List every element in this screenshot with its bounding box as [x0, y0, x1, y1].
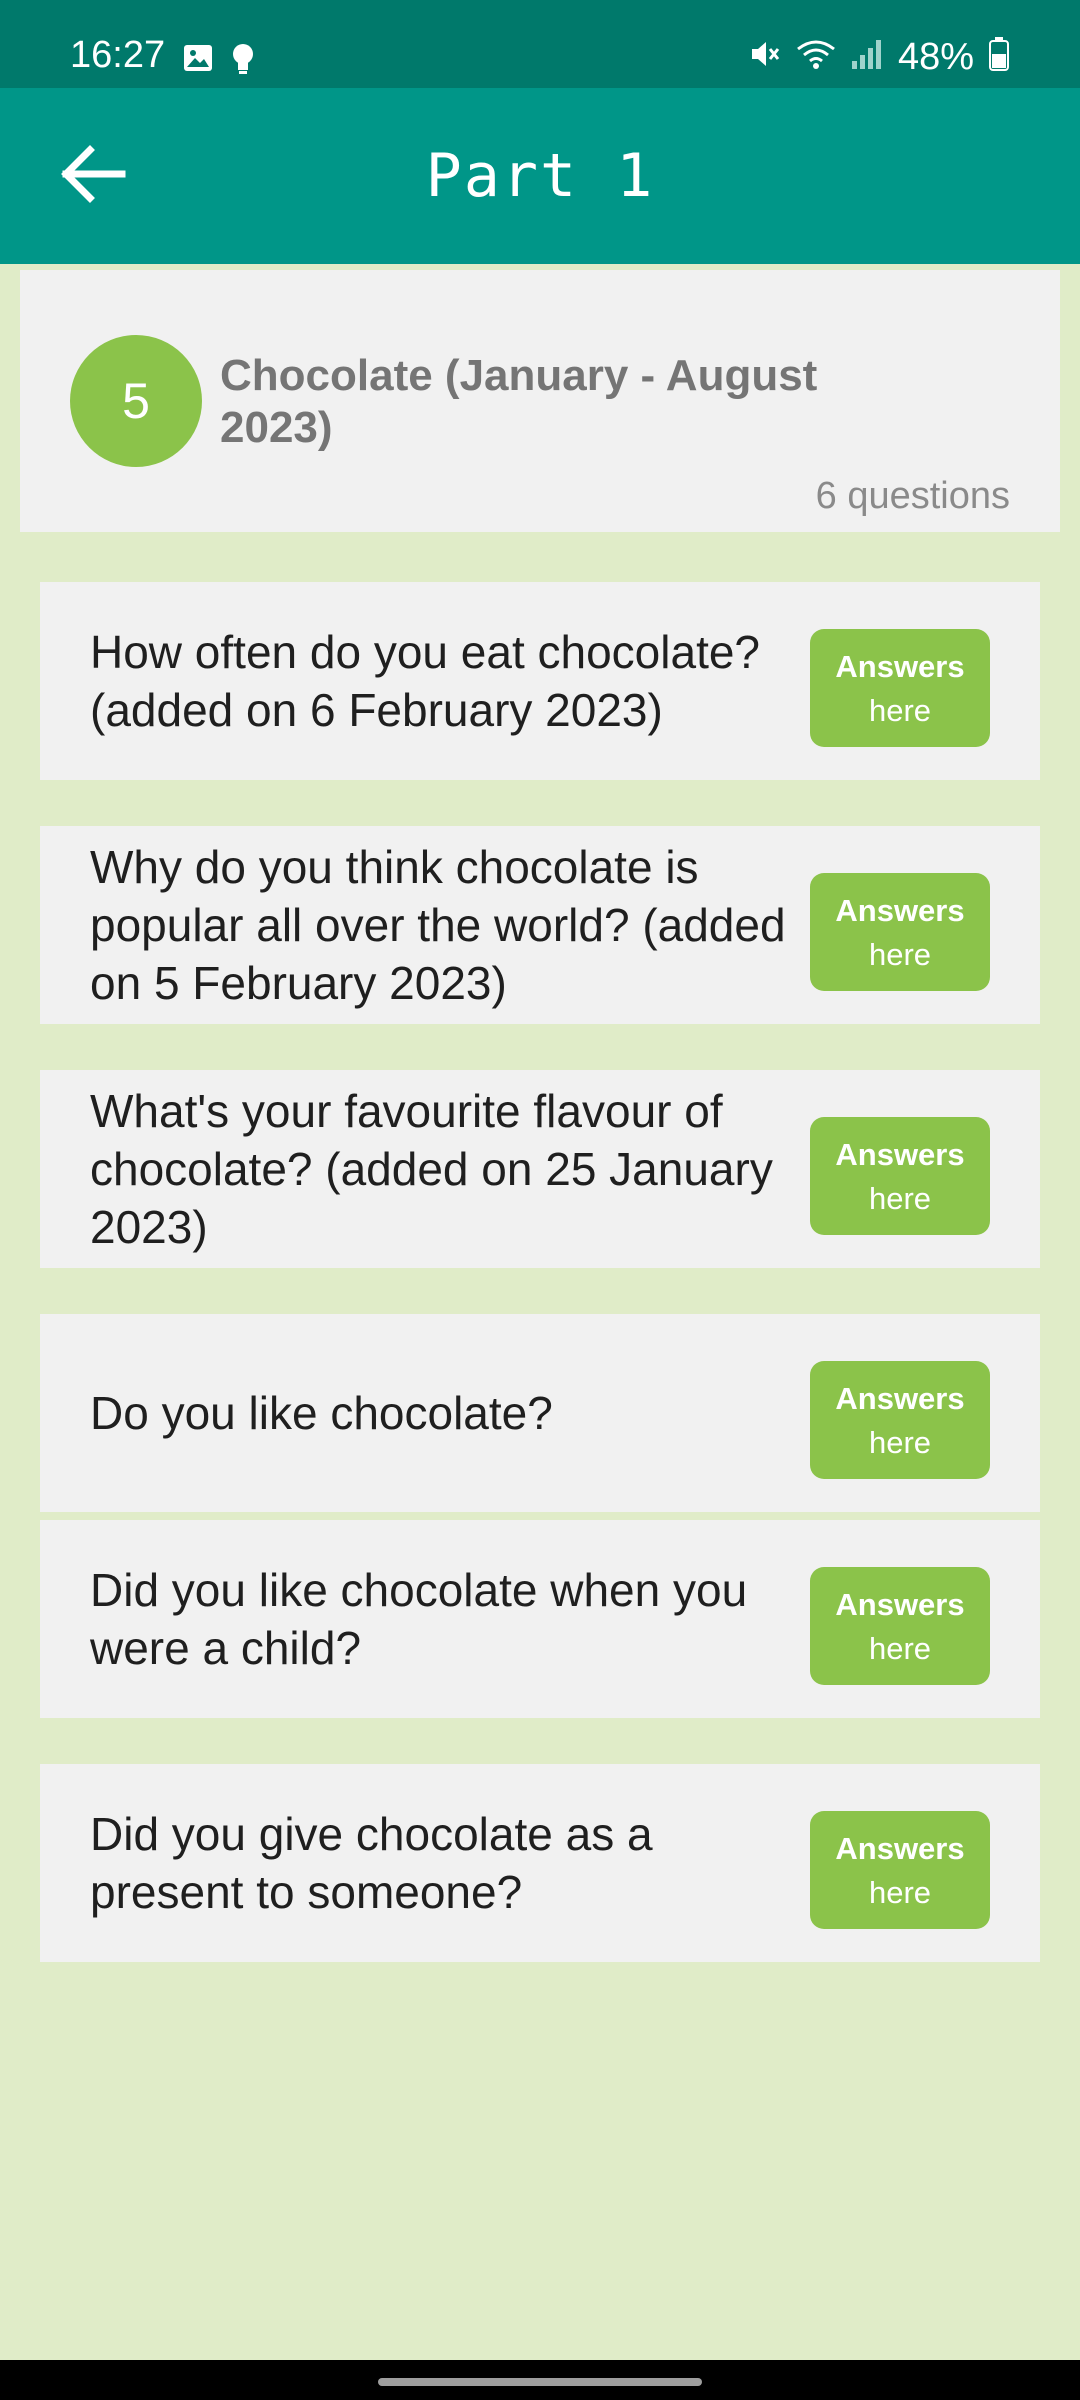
bulb-icon	[230, 42, 256, 81]
question-text: How often do you eat chocolate? (added o…	[90, 626, 761, 736]
answers-button[interactable]: Answers here	[810, 629, 990, 747]
page-title: Part 1	[425, 141, 655, 211]
battery-icon	[988, 36, 1010, 77]
navigation-bar	[0, 2360, 1080, 2400]
answers-button-label: Answers	[835, 1587, 965, 1622]
question-text: Did you like chocolate when you were a c…	[90, 1564, 748, 1674]
arrow-left-icon	[58, 144, 126, 209]
question-card: Why do you think chocolate is popular al…	[40, 826, 1040, 1024]
back-button[interactable]	[44, 128, 140, 224]
signal-icon	[850, 37, 884, 76]
question-card: Did you like chocolate when you were a c…	[40, 1520, 1040, 1718]
answers-button-label: Answers	[835, 893, 965, 928]
mute-icon	[748, 37, 782, 76]
question-card: What's your favourite flavour of chocola…	[40, 1070, 1040, 1268]
answers-button-sublabel: here	[868, 1631, 932, 1666]
question-text: Why do you think chocolate is popular al…	[90, 841, 786, 1009]
image-icon	[182, 42, 214, 81]
answers-button-sublabel: here	[868, 937, 932, 972]
app-bar: Part 1	[0, 88, 1080, 264]
question-card: Do you like chocolate? Answers here	[40, 1314, 1040, 1512]
status-system-icons: 48%	[748, 36, 1010, 77]
question-card: Did you give chocolate as a present to s…	[40, 1764, 1040, 1962]
answers-button-label: Answers	[835, 1831, 965, 1866]
question-count: 6 questions	[815, 475, 1010, 517]
home-indicator[interactable]	[378, 2378, 702, 2386]
answers-button[interactable]: Answers here	[810, 1361, 990, 1479]
topic-header-card: 5 Chocolate (January - August 2023) 6 qu…	[20, 270, 1060, 532]
status-bar: 16:27 48%	[0, 0, 1080, 88]
answers-button[interactable]: Answers here	[810, 1811, 990, 1929]
wifi-icon	[796, 37, 836, 76]
answers-button-label: Answers	[835, 1137, 965, 1172]
status-notification-icons	[182, 42, 256, 81]
question-text: Do you like chocolate?	[90, 1387, 553, 1439]
answers-button-label: Answers	[835, 649, 965, 684]
answers-button-label: Answers	[835, 1381, 965, 1416]
topic-title: Chocolate (January - August 2023)	[220, 351, 818, 452]
answers-button-sublabel: here	[868, 693, 932, 728]
answers-button-sublabel: here	[868, 1181, 932, 1216]
answers-button[interactable]: Answers here	[810, 873, 990, 991]
topic-number-badge: 5	[70, 335, 202, 467]
answers-button-sublabel: here	[868, 1425, 932, 1460]
question-text: What's your favourite flavour of chocola…	[90, 1085, 773, 1253]
answers-button[interactable]: Answers here	[810, 1117, 990, 1235]
answers-button[interactable]: Answers here	[810, 1567, 990, 1685]
question-card: How often do you eat chocolate? (added o…	[40, 582, 1040, 780]
status-time: 16:27	[70, 34, 166, 76]
answers-button-sublabel: here	[868, 1875, 932, 1910]
question-text: Did you give chocolate as a present to s…	[90, 1808, 653, 1918]
battery-percentage: 48%	[897, 35, 974, 78]
